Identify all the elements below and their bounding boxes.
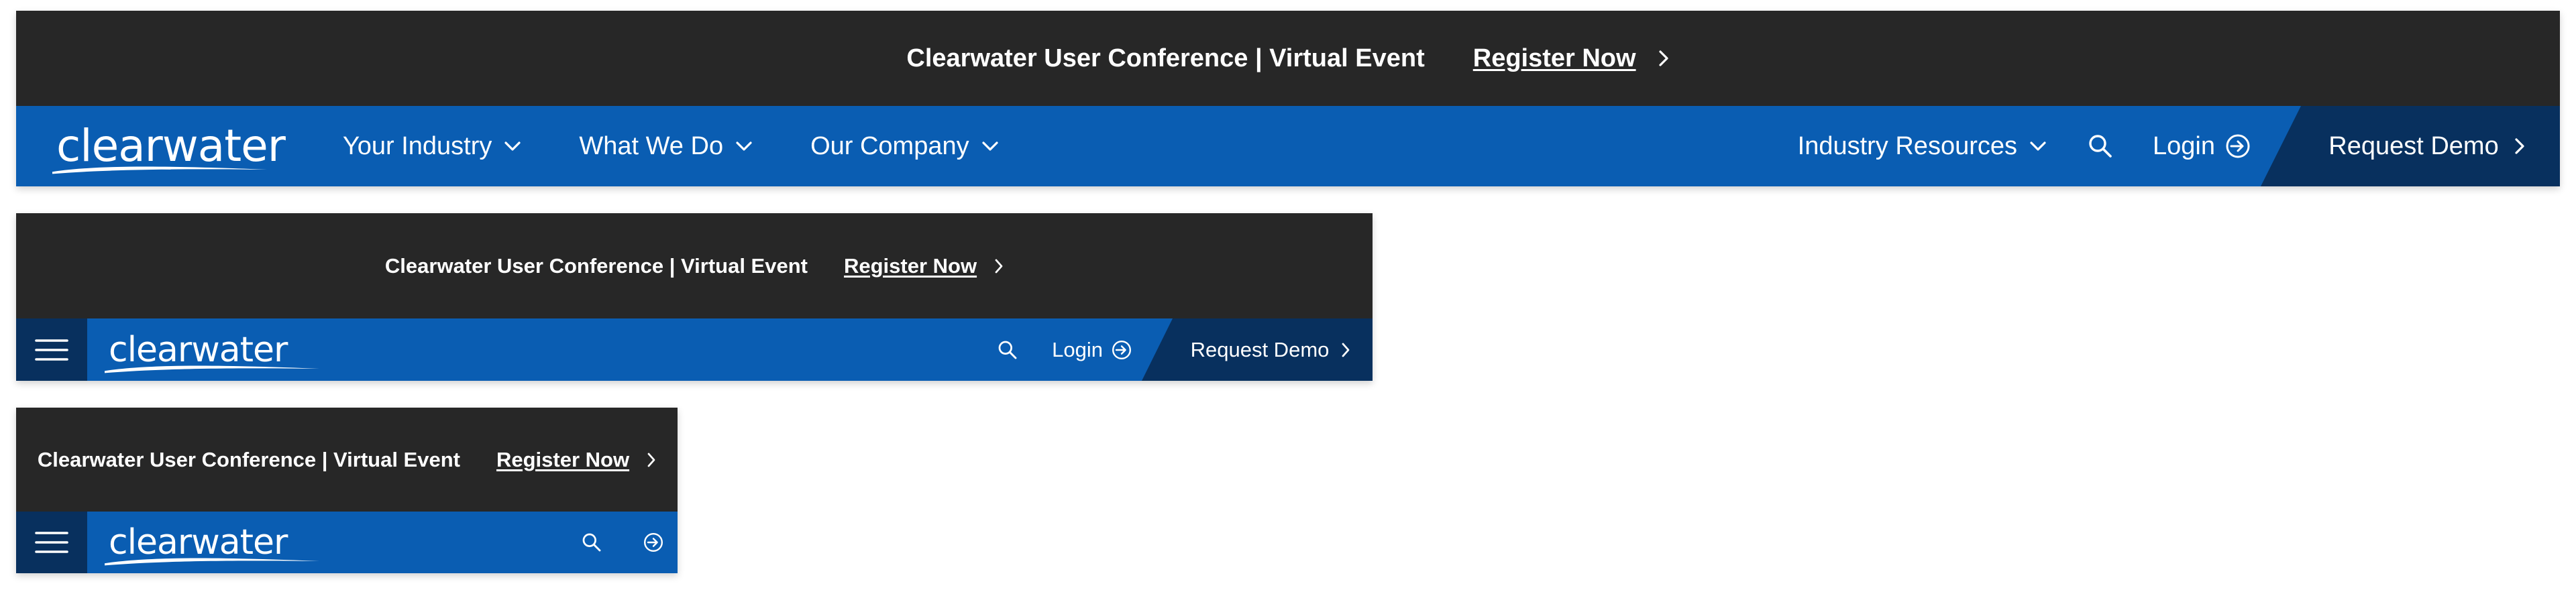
nav-right-group xyxy=(581,512,664,573)
request-demo-label: Request Demo xyxy=(2328,131,2499,160)
nav-our-company[interactable]: Our Company xyxy=(810,132,1000,161)
login-link[interactable]: Login xyxy=(2153,132,2251,161)
register-now-label: Register Now xyxy=(1472,44,1636,72)
hamburger-menu-icon xyxy=(35,339,68,361)
logo-wordmark: clearwater xyxy=(105,525,319,566)
main-nav: clearwater Your Industry What We Do Our … xyxy=(16,106,2560,186)
chevron-down-icon xyxy=(736,141,752,151)
main-nav: clearwater Login Request Demo xyxy=(16,318,1373,381)
announcement-banner: Clearwater User Conference | Virtual Eve… xyxy=(16,408,678,512)
banner-message: Clearwater User Conference | Virtual Eve… xyxy=(384,253,808,278)
chevron-right-icon xyxy=(2515,138,2524,154)
register-now-link[interactable]: Register Now xyxy=(844,254,977,278)
clearwater-logo[interactable]: clearwater xyxy=(105,333,319,373)
chevron-right-icon[interactable] xyxy=(647,452,656,468)
search-icon[interactable] xyxy=(581,532,602,553)
login-label: Login xyxy=(2153,131,2215,160)
login-label: Login xyxy=(1052,337,1103,361)
logo-wordmark: clearwater xyxy=(52,124,286,174)
login-link[interactable]: Login xyxy=(1052,338,1132,362)
login-icon xyxy=(1112,340,1131,359)
register-now-link[interactable]: Register Now xyxy=(496,448,629,472)
announcement-banner: Clearwater User Conference | Virtual Eve… xyxy=(16,213,1373,318)
announcement-banner: Clearwater User Conference | Virtual Eve… xyxy=(16,11,2560,106)
chevron-down-icon xyxy=(2030,141,2046,151)
chevron-right-icon xyxy=(1342,343,1350,357)
search-icon[interactable] xyxy=(2087,133,2114,160)
header-tablet: Clearwater User Conference | Virtual Eve… xyxy=(16,213,1373,381)
nav-right-group: Industry Resources Login xyxy=(1798,106,2251,186)
search-icon[interactable] xyxy=(997,339,1018,361)
hamburger-menu-button[interactable] xyxy=(16,512,87,573)
nav-industry-resources-label: Industry Resources xyxy=(1797,131,2018,160)
chevron-right-icon[interactable] xyxy=(994,258,1004,274)
hamburger-menu-button[interactable] xyxy=(16,318,87,381)
request-demo-button[interactable]: Request Demo xyxy=(1142,318,1373,381)
nav-industry-resources[interactable]: Industry Resources xyxy=(1798,132,2048,161)
header-desktop: Clearwater User Conference | Virtual Eve… xyxy=(16,11,2560,186)
clearwater-logo[interactable]: clearwater xyxy=(105,525,319,566)
chevron-down-icon xyxy=(504,141,521,151)
nav-what-we-do-label: What We Do xyxy=(579,131,724,160)
request-demo-label: Request Demo xyxy=(1190,337,1330,361)
banner-message: Clearwater User Conference | Virtual Eve… xyxy=(37,447,460,471)
nav-what-we-do[interactable]: What We Do xyxy=(579,132,754,161)
login-icon xyxy=(2226,134,2250,158)
register-now-link[interactable]: Register Now xyxy=(1473,44,1636,73)
header-mobile: Clearwater User Conference | Virtual Eve… xyxy=(16,408,678,573)
nav-your-industry-label: Your Industry xyxy=(342,131,492,160)
register-now-label: Register Now xyxy=(843,253,977,278)
main-nav: clearwater xyxy=(16,512,678,573)
hamburger-menu-icon xyxy=(35,532,68,553)
login-icon[interactable] xyxy=(643,532,664,553)
logo-swoosh-icon xyxy=(52,166,267,174)
logo-swoosh-icon xyxy=(105,365,319,373)
nav-right-group: Login xyxy=(997,318,1132,381)
logo-wordmark: clearwater xyxy=(105,333,319,373)
register-now-label: Register Now xyxy=(496,447,630,471)
request-demo-button[interactable]: Request Demo xyxy=(2261,106,2560,186)
chevron-down-icon xyxy=(982,141,998,151)
chevron-right-icon[interactable] xyxy=(1658,49,1670,68)
nav-our-company-label: Our Company xyxy=(810,131,969,160)
clearwater-logo[interactable]: clearwater xyxy=(52,124,286,174)
logo-swoosh-icon xyxy=(105,558,319,566)
nav-your-industry[interactable]: Your Industry xyxy=(343,132,523,161)
banner-message: Clearwater User Conference | Virtual Eve… xyxy=(906,44,1425,72)
